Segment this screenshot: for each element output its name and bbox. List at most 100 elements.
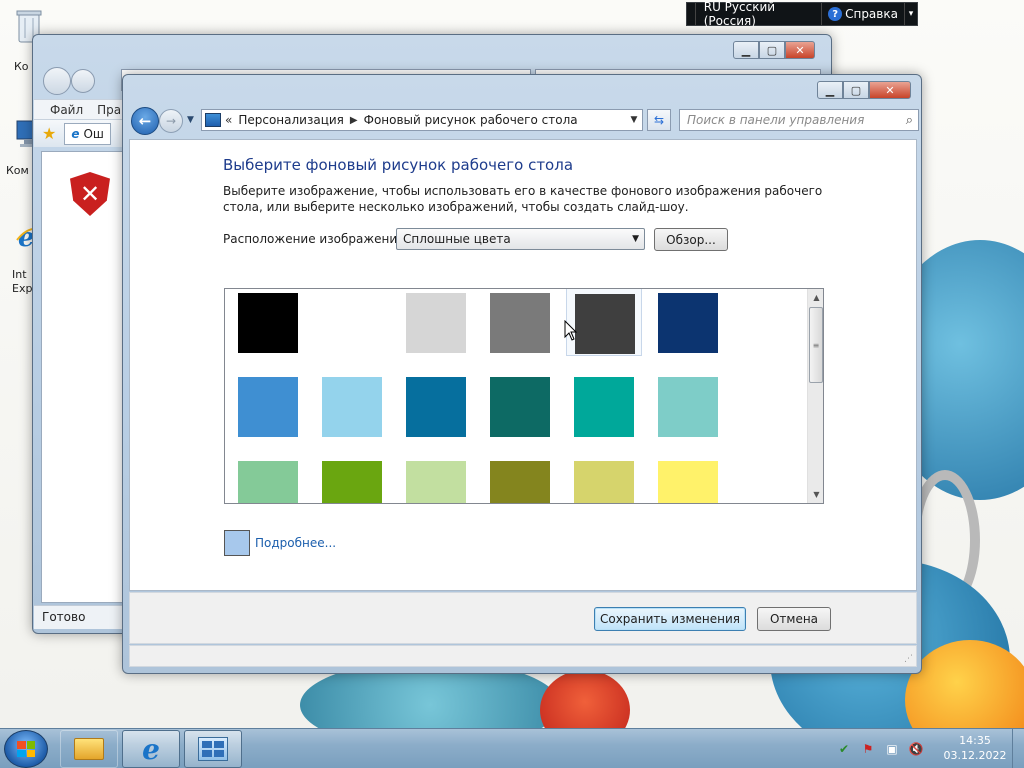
scroll-thumb[interactable]: ≡ xyxy=(809,307,823,383)
color-swatch-cell[interactable] xyxy=(230,456,306,503)
back-button[interactable]: ← xyxy=(131,107,159,135)
minimize-button[interactable]: ▁ xyxy=(817,81,843,99)
language-bar-options-button[interactable]: ▾ xyxy=(905,9,917,19)
desktop-icon-label: Ком xyxy=(6,164,29,177)
favorites-star-icon[interactable]: ★ xyxy=(42,124,56,143)
picture-location-select[interactable]: Сплошные цвета ▼ xyxy=(396,228,645,250)
color-swatch-cell[interactable] xyxy=(566,456,642,503)
color-swatch-cell[interactable] xyxy=(314,456,390,503)
recycle-bin-icon[interactable] xyxy=(14,6,54,43)
color-swatch-cell[interactable] xyxy=(314,289,390,356)
more-colors-swatch[interactable] xyxy=(224,530,250,556)
address-dropdown-icon[interactable]: ▼ xyxy=(626,115,642,125)
gallery-scrollbar[interactable]: ▲ ≡ ▼ xyxy=(807,289,823,503)
color-swatch-cell[interactable] xyxy=(398,372,474,440)
color-swatch-cell[interactable] xyxy=(650,372,726,440)
color-swatch-cell[interactable] xyxy=(314,372,390,440)
language-indicator[interactable]: RU Русский (Россия) xyxy=(696,0,823,28)
ie-tab[interactable]: e Ош xyxy=(64,122,111,145)
control-panel-icon xyxy=(205,113,221,127)
cancel-button[interactable]: Отмена xyxy=(757,607,831,631)
control-panel-icon xyxy=(198,737,228,761)
desktop-icon-label: Ко xyxy=(14,60,29,73)
ie-page-icon: e xyxy=(71,126,80,141)
personalization-window: ▁ ▢ ✕ ← → ▼ « Персонализация ▶ Фоновый р… xyxy=(122,74,922,674)
help-button[interactable]: ? Справка xyxy=(822,3,905,25)
scroll-up-arrow-icon[interactable]: ▲ xyxy=(808,289,823,306)
show-desktop-button[interactable] xyxy=(1012,729,1024,768)
scroll-down-arrow-icon[interactable]: ▼ xyxy=(808,486,823,503)
breadcrumb-separator-icon[interactable]: ▶ xyxy=(350,115,358,126)
clock[interactable]: 14:35 03.12.2022 xyxy=(940,733,1010,763)
taskbar-control-panel[interactable] xyxy=(184,730,242,768)
volume-muted-icon[interactable]: 🔇 xyxy=(908,741,924,757)
page-description: Выберите изображение, чтобы использовать… xyxy=(223,184,823,214)
color-swatch xyxy=(406,293,466,353)
color-swatch-cell[interactable] xyxy=(482,289,558,356)
color-swatch xyxy=(238,461,298,503)
maximize-button[interactable]: ▢ xyxy=(759,41,785,59)
search-placeholder: Поиск в панели управления xyxy=(687,113,865,127)
color-swatch-cell[interactable] xyxy=(398,289,474,356)
maximize-button[interactable]: ▢ xyxy=(843,81,869,99)
taskbar-internet-explorer[interactable]: e xyxy=(122,730,180,768)
taskbar: e ✔ ⚑ ▣ 🔇 14:35 03.12.2022 xyxy=(0,728,1024,768)
save-changes-button[interactable]: Сохранить изменения xyxy=(594,607,746,631)
breadcrumb-personalization[interactable]: Персонализация xyxy=(238,113,344,127)
color-swatch xyxy=(658,377,718,437)
forward-button[interactable] xyxy=(71,69,95,93)
color-swatch xyxy=(574,377,634,437)
content-pane: Выберите фоновый рисунок рабочего стола … xyxy=(129,139,917,591)
mouse-cursor-icon xyxy=(564,320,578,341)
clock-date: 03.12.2022 xyxy=(943,749,1007,762)
color-swatch-cell[interactable] xyxy=(650,456,726,503)
taskbar-explorer[interactable] xyxy=(60,730,118,768)
action-center-icon[interactable]: ✔ xyxy=(836,741,852,757)
clock-time: 14:35 xyxy=(959,734,991,747)
refresh-button[interactable]: ⇆ xyxy=(647,109,671,131)
picture-location-value: Сплошные цвета xyxy=(403,232,511,246)
color-swatch xyxy=(574,461,634,503)
color-swatch xyxy=(658,461,718,503)
start-button[interactable] xyxy=(4,730,48,768)
color-swatch-cell[interactable] xyxy=(482,456,558,503)
breadcrumb-overflow-icon[interactable]: « xyxy=(225,113,232,127)
forward-button[interactable]: → xyxy=(159,109,183,133)
close-button[interactable]: ✕ xyxy=(869,81,911,99)
control-panel-search[interactable]: Поиск в панели управления ⌕ xyxy=(679,109,919,131)
tray-flag-icon[interactable]: ⚑ xyxy=(860,741,876,757)
color-swatch xyxy=(490,293,550,353)
breadcrumb-desktop-background[interactable]: Фоновый рисунок рабочего стола xyxy=(364,113,578,127)
color-swatch-cell[interactable] xyxy=(482,372,558,440)
wallpaper-shape xyxy=(540,670,630,728)
language-bar: RU Русский (Россия) ? Справка ▾ xyxy=(686,0,918,28)
more-colors-link[interactable]: Подробнее... xyxy=(255,536,336,550)
chevron-down-icon: ▼ xyxy=(632,234,639,244)
system-tray: ✔ ⚑ ▣ 🔇 14:35 03.12.2022 xyxy=(832,729,1024,768)
color-swatch xyxy=(490,461,550,503)
color-swatch xyxy=(406,461,466,503)
network-icon[interactable]: ▣ xyxy=(884,741,900,757)
minimize-button[interactable]: ▁ xyxy=(733,41,759,59)
color-swatch xyxy=(406,377,466,437)
language-bar-grip[interactable] xyxy=(687,3,696,25)
color-swatch-cell[interactable] xyxy=(398,456,474,503)
back-button[interactable] xyxy=(43,67,71,95)
recent-pages-dropdown[interactable]: ▼ xyxy=(187,115,194,125)
color-swatch-cell[interactable] xyxy=(230,372,306,440)
page-title: Выберите фоновый рисунок рабочего стола xyxy=(223,156,574,174)
color-swatch-cell[interactable] xyxy=(230,289,306,356)
folder-icon xyxy=(74,738,104,760)
close-button[interactable]: ✕ xyxy=(785,41,815,59)
search-icon[interactable]: ⌕ xyxy=(906,113,913,128)
color-swatch-cell[interactable] xyxy=(650,289,726,356)
color-swatch-cell[interactable] xyxy=(566,372,642,440)
help-icon: ? xyxy=(828,7,843,21)
internet-explorer-icon: e xyxy=(142,732,160,766)
address-bar[interactable]: « Персонализация ▶ Фоновый рисунок рабоч… xyxy=(201,109,643,131)
color-swatch xyxy=(238,377,298,437)
browse-button[interactable]: Обзор... xyxy=(654,228,728,251)
resize-grip-icon[interactable]: ⋰ xyxy=(904,654,913,664)
desktop-icon-label: Int Exp xyxy=(12,268,33,295)
menu-file[interactable]: Файл xyxy=(50,103,83,117)
